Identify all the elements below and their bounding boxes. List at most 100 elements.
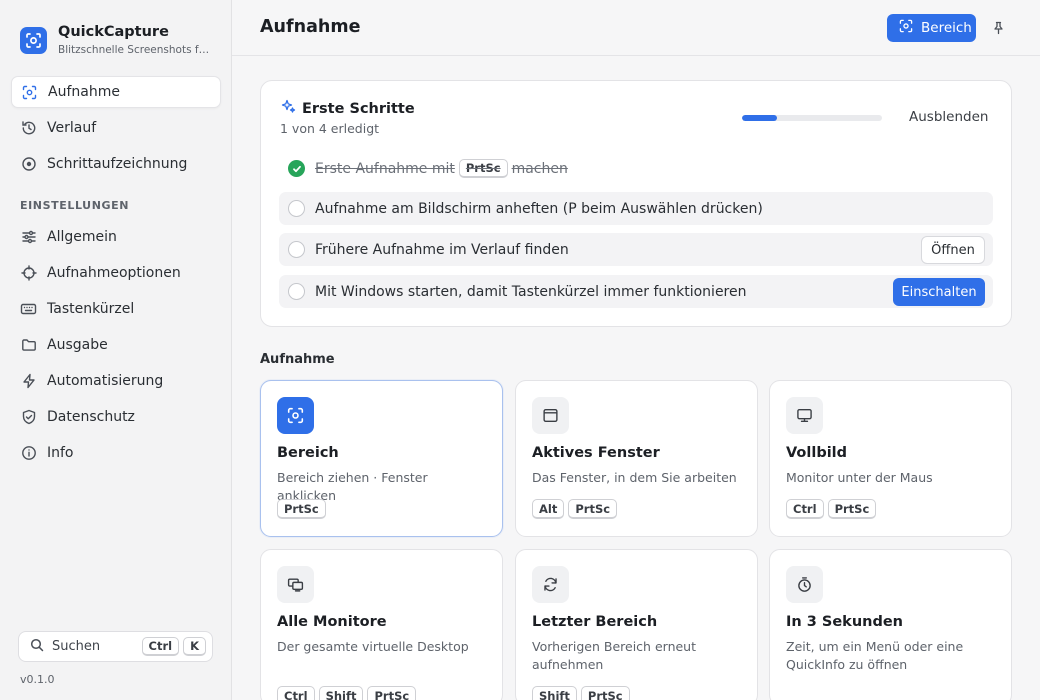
nav-label: Info — [47, 445, 74, 461]
onboarding-step[interactable]: Aufnahme am Bildschirm anheften (P beim … — [279, 192, 993, 225]
onboarding-step[interactable]: Frühere Aufnahme im Verlauf finden Öffne… — [279, 233, 993, 266]
tile-shortcut: Ctrl Shift PrtSc — [277, 686, 420, 700]
nav-item-schrittaufzeichnung[interactable]: Schrittaufzeichnung — [11, 148, 221, 180]
capture-icon — [21, 84, 38, 101]
multi-monitor-icon — [277, 566, 314, 603]
kbd-key: Ctrl — [277, 686, 315, 700]
search-label: Suchen — [52, 639, 101, 654]
nav-label: Automatisierung — [47, 373, 164, 389]
pin-icon[interactable] — [988, 18, 1008, 38]
settings-section-label: EINSTELLUNGEN — [20, 199, 130, 212]
onboarding-step: Erste Aufnahme mit PrtSc machen — [279, 152, 993, 185]
sparkle-icon — [281, 99, 296, 118]
nav-label: Aufnahmeoptionen — [47, 265, 181, 281]
region-icon — [277, 397, 314, 434]
kbd-key: Ctrl — [786, 499, 824, 519]
progress-fill — [742, 115, 777, 121]
step-checkbox[interactable] — [288, 200, 305, 217]
timer-icon — [786, 566, 823, 603]
capture-tile-fullscreen[interactable]: Vollbild Monitor unter der Maus Ctrl Prt… — [769, 380, 1012, 537]
capture-tile-all-monitors[interactable]: Alle Monitore Der gesamte virtuelle Desk… — [260, 549, 503, 700]
tile-title: In 3 Sekunden — [786, 614, 904, 630]
bolt-icon — [20, 373, 37, 390]
kbd-key: Alt — [532, 499, 565, 519]
onboarding-title: Erste Schritte — [281, 99, 415, 118]
nav-item-verlauf[interactable]: Verlauf — [11, 112, 221, 144]
tile-shortcut: Alt PrtSc — [532, 499, 621, 519]
nav-label: Tastenkürzel — [47, 301, 135, 317]
search-button[interactable]: Suchen Ctrl K — [18, 631, 213, 662]
region-capture-button[interactable]: Bereich — [887, 14, 976, 42]
nav-label: Verlauf — [47, 120, 97, 136]
monitor-icon — [786, 397, 823, 434]
nav-item-tastenkuerzel[interactable]: Tastenkürzel — [11, 293, 221, 325]
tile-description: Vorherigen Bereich erneut aufnehmen — [532, 639, 697, 672]
nav-item-aufnahmeoptionen[interactable]: Aufnahmeoptionen — [11, 257, 221, 289]
capture-section-label: Aufnahme — [260, 352, 335, 367]
tile-shortcut: Ctrl PrtSc — [786, 499, 880, 519]
tile-description: Das Fenster, in dem Sie arbeiten — [532, 470, 737, 485]
sliders-icon — [20, 229, 37, 246]
tile-title: Alle Monitore — [277, 614, 387, 630]
nav-label: Allgemein — [47, 229, 117, 245]
crosshair-icon — [20, 265, 37, 282]
main-content: Aufnahme Bereich Erste Schritte 1 von 4 … — [232, 0, 1040, 700]
capture-tile-timer[interactable]: In 3 Sekunden Zeit, um ein Menü oder ein… — [769, 549, 1012, 700]
kbd-key: PrtSc — [580, 686, 630, 700]
keyboard-icon — [20, 301, 37, 318]
window-icon — [532, 397, 569, 434]
capture-tile-active-window[interactable]: Aktives Fenster Das Fenster, in dem Sie … — [515, 380, 758, 537]
step-checkbox[interactable] — [288, 283, 305, 300]
nav-item-aufnahme[interactable]: Aufnahme — [11, 76, 221, 108]
kbd-key: PrtSc — [367, 686, 417, 700]
step-text: Aufnahme am Bildschirm anheften (P beim … — [315, 200, 763, 217]
kbd-key: K — [183, 637, 206, 656]
onboarding-step[interactable]: Mit Windows starten, damit Tastenkürzel … — [279, 275, 993, 308]
kbd-key: PrtSc — [568, 499, 618, 519]
step-text: Erste Aufnahme mit PrtSc machen — [315, 159, 568, 178]
nav-label: Aufnahme — [48, 84, 120, 100]
tile-title: Aktives Fenster — [532, 445, 660, 461]
kbd-key: Ctrl — [141, 637, 180, 656]
tile-shortcut: PrtSc — [277, 499, 330, 519]
info-icon — [20, 445, 37, 462]
app-version: v0.1.0 — [20, 673, 55, 686]
nav-item-datenschutz[interactable]: Datenschutz — [11, 401, 221, 433]
step-checkbox[interactable] — [288, 241, 305, 258]
app-name: QuickCapture — [58, 24, 169, 40]
tile-description: Monitor unter der Maus — [786, 470, 933, 485]
capture-tile-region[interactable]: Bereich Bereich ziehen · Fenster anklick… — [260, 380, 503, 537]
app-tagline: Blitzschnelle Screenshots für Windows — [58, 44, 214, 56]
nav-item-info[interactable]: Info — [11, 437, 221, 469]
page-title: Aufnahme — [260, 17, 361, 37]
app-logo-icon — [20, 27, 47, 54]
open-history-button[interactable]: Öffnen — [921, 236, 985, 264]
kbd-key: PrtSc — [827, 499, 877, 519]
nav-item-allgemein[interactable]: Allgemein — [11, 221, 221, 253]
onboarding-card: Erste Schritte 1 von 4 erledigt Ausblend… — [260, 80, 1012, 327]
brand: QuickCapture Blitzschnelle Screenshots f… — [20, 24, 214, 57]
search-icon — [30, 638, 44, 656]
tile-shortcut: Shift PrtSc — [532, 686, 634, 700]
kbd-key: PrtSc — [277, 499, 326, 519]
nav-item-automatisierung[interactable]: Automatisierung — [11, 365, 221, 397]
capture-tile-last-region[interactable]: Letzter Bereich Vorherigen Bereich erneu… — [515, 549, 758, 700]
sidebar: QuickCapture Blitzschnelle Screenshots f… — [0, 0, 232, 700]
tile-title: Vollbild — [786, 445, 848, 461]
region-capture-label: Bereich — [921, 20, 972, 36]
tile-title: Letzter Bereich — [532, 614, 658, 630]
tile-description: Zeit, um ein Menü oder eine QuickInfo zu… — [786, 639, 964, 672]
nav-label: Schrittaufzeichnung — [47, 156, 188, 172]
nav-label: Datenschutz — [47, 409, 135, 425]
region-icon — [899, 19, 913, 37]
hide-onboarding-button[interactable]: Ausblenden — [909, 109, 988, 125]
history-icon — [20, 120, 37, 137]
page-header: Aufnahme Bereich — [232, 0, 1040, 56]
enable-autostart-button[interactable]: Einschalten — [893, 278, 985, 306]
tile-title: Bereich — [277, 445, 339, 461]
kbd-key: PrtSc — [458, 159, 508, 178]
check-icon — [288, 160, 305, 177]
nav-item-ausgabe[interactable]: Ausgabe — [11, 329, 221, 361]
onboarding-progress-bar — [742, 115, 882, 121]
steps-icon — [20, 156, 37, 173]
